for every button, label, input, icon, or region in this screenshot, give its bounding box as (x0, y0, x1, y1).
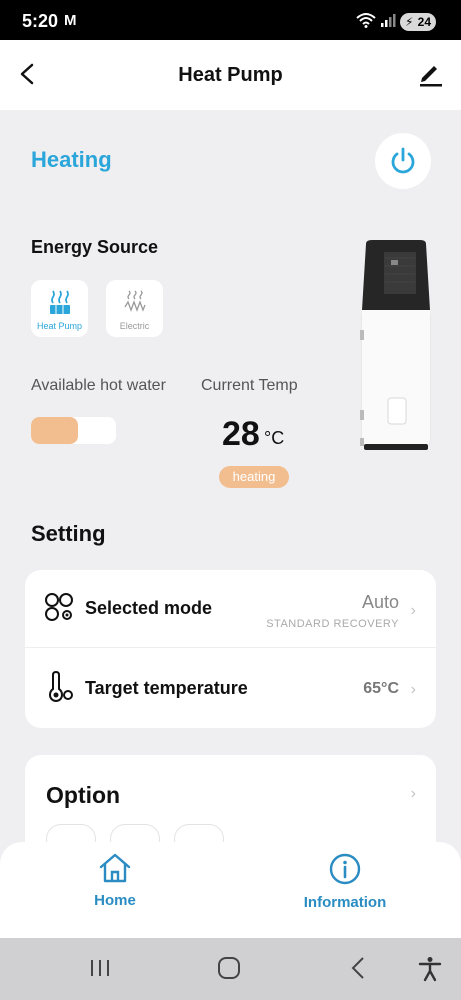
mail-icon: M (64, 12, 77, 29)
heat-pump-icon (50, 290, 70, 314)
setting-section-title: Setting (31, 521, 106, 546)
back-button-icon[interactable] (348, 956, 368, 985)
hot-water-level-fill (31, 417, 78, 444)
accessibility-icon[interactable] (418, 956, 442, 987)
target-temperature-row[interactable]: Target temperature 65°C › (25, 649, 436, 727)
hot-water-level-bar (31, 417, 116, 444)
current-temp-unit: °C (264, 428, 285, 448)
available-hot-water-label: Available hot water (31, 377, 166, 394)
current-temp-value: 28 (222, 415, 260, 453)
option-title: Option (46, 782, 121, 808)
heating-badge: heating (219, 466, 289, 488)
status-bar: 5:20 M ⚡ 24 (0, 0, 461, 40)
home-button-icon[interactable] (217, 956, 241, 985)
power-icon (391, 147, 415, 174)
pencil-icon[interactable] (415, 58, 445, 88)
target-temperature-label: Target temperature (85, 678, 248, 698)
power-button[interactable] (375, 133, 431, 189)
nav-information-label: Information (303, 894, 387, 911)
target-temperature-value: 65°C (363, 680, 399, 697)
electric-label: Electric (119, 321, 150, 331)
mode-icon (44, 592, 76, 629)
chevron-right-icon: › (410, 785, 416, 802)
thermometer-icon (44, 670, 76, 708)
selected-mode-row[interactable]: Selected mode Auto STANDARD RECOVERY › (25, 570, 436, 648)
battery-level: 24 (417, 15, 431, 29)
system-nav-bar (0, 938, 461, 1000)
chevron-right-icon: › (410, 681, 416, 698)
heat-pump-tank-image (360, 240, 431, 450)
battery-indicator: ⚡ 24 (400, 13, 436, 31)
selected-mode-label: Selected mode (85, 598, 213, 618)
page-title: Heat Pump (178, 64, 283, 86)
nav-home[interactable]: Home (40, 852, 190, 909)
app-bar: Heat Pump (0, 40, 461, 110)
chevron-right-icon: › (410, 602, 416, 619)
recent-apps-icon[interactable] (89, 956, 111, 985)
signal-icon (380, 12, 396, 33)
info-icon (329, 853, 361, 885)
current-temp-label: Current Temp (201, 377, 298, 394)
selected-mode-sub: STANDARD RECOVERY (266, 618, 399, 630)
wifi-icon (356, 12, 376, 33)
charging-icon: ⚡ (405, 15, 414, 29)
energy-source-title: Energy Source (31, 237, 159, 257)
home-icon (99, 853, 131, 883)
electric-icon (124, 290, 146, 312)
nav-information[interactable]: Information (270, 852, 420, 911)
heating-status-label: Heating (31, 147, 112, 172)
selected-mode-value: Auto (361, 592, 399, 612)
clock: 5:20 (22, 11, 59, 31)
nav-home-label: Home (94, 892, 136, 909)
energy-source-electric[interactable]: Electric (106, 280, 163, 337)
energy-source-heat-pump[interactable]: Heat Pump (31, 280, 88, 337)
bottom-nav: Home Information (0, 842, 461, 938)
settings-card: Selected mode Auto STANDARD RECOVERY › T… (25, 570, 436, 728)
heat-pump-label: Heat Pump (36, 321, 83, 331)
